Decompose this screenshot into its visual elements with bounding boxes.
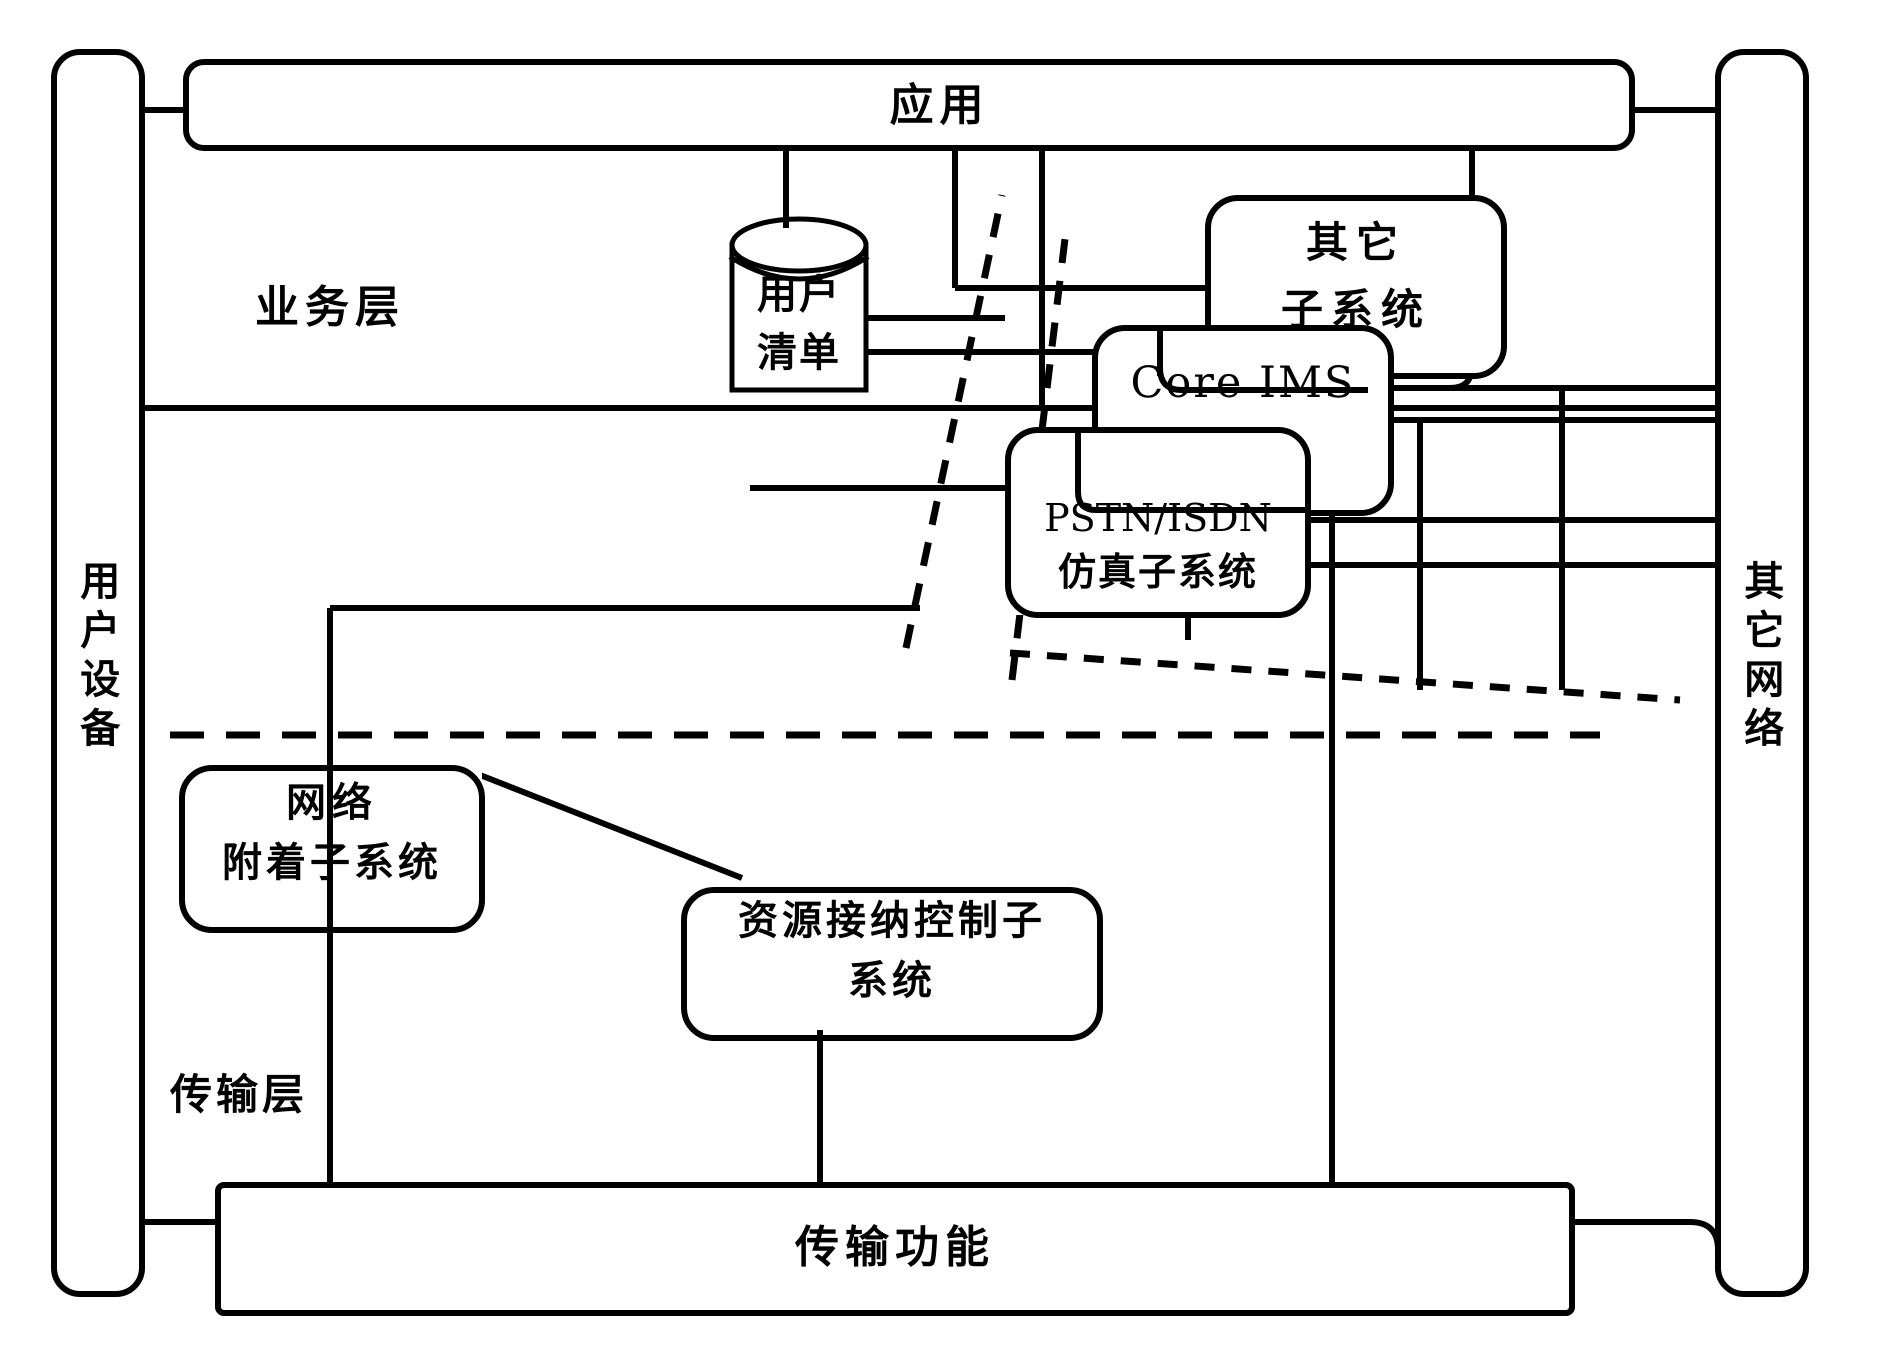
node-network-attachment-label-line2: 附着子系统	[222, 840, 442, 886]
node-racs-label-line2: 系统	[848, 958, 936, 1004]
node-application-label: 应用	[889, 80, 990, 131]
node-racs-label-line1: 资源接纳控制子	[738, 898, 1046, 944]
connector-right-pillar-to-transport	[1572, 1219, 1721, 1270]
connector-nass-to-racs	[478, 772, 744, 881]
node-other-subsystem-label-line1: 其它	[1305, 218, 1406, 267]
node-user-profile-label-line1: 用户	[757, 272, 841, 318]
node-pstn-isdn-label-line2: 仿真子系统	[1057, 550, 1258, 594]
node-other-subsystem-label-line2: 子系统	[1280, 285, 1431, 334]
node-core-ims-label: Core IMS	[1130, 358, 1356, 408]
right-pillar-label: 其它网络	[1737, 560, 1784, 756]
node-transport-functions-label: 传输功能	[795, 1222, 995, 1273]
left-pillar-label: 用户设备	[73, 560, 120, 756]
node-pstn-isdn-label-line1: PSTN/ISDN	[1044, 496, 1272, 540]
node-network-attachment-label-line1: 网络	[286, 780, 378, 826]
diagram-canvas	[51, 49, 1809, 1316]
service-layer-label: 业务层	[255, 282, 405, 333]
transport-layer-label: 传输层	[170, 1070, 309, 1119]
ngn-architecture-diagram: 用户设备 其它网络 应用 业务层 用户 清单 其它 子系统 Core IMS P…	[0, 0, 1879, 1359]
diagonal-dotted-line-lower	[1009, 649, 1681, 704]
node-user-profile-label-line2: 清单	[757, 330, 841, 376]
